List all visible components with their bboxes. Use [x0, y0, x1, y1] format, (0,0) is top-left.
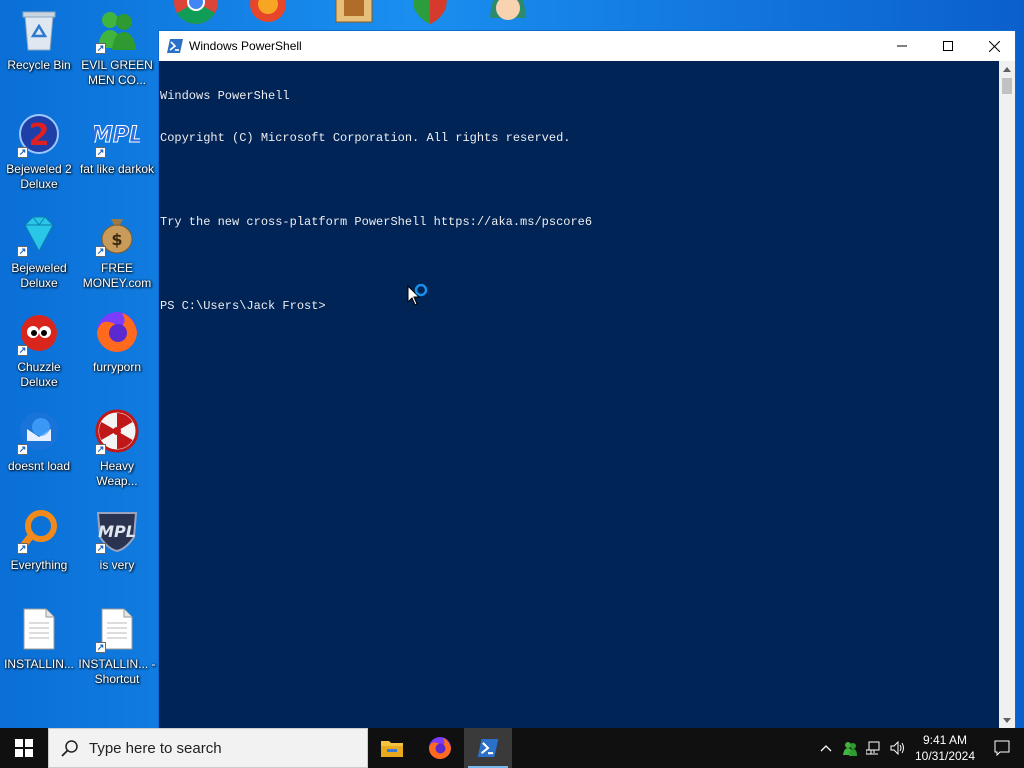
- desktop-icon-label: Everything: [10, 558, 68, 572]
- network-button[interactable]: [862, 728, 886, 768]
- console-line: Copyright (C) Microsoft Corporation. All…: [160, 131, 571, 145]
- shortcut-arrow-icon: ↗: [17, 246, 28, 257]
- console-output[interactable]: Windows PowerShell Copyright (C) Microso…: [159, 61, 999, 728]
- desktop-icon-bejeweled[interactable]: ↗ Bejeweled Deluxe: [0, 203, 78, 299]
- taskbar-clock[interactable]: 9:41 AM 10/31/2024: [910, 732, 980, 764]
- tray-app-button[interactable]: [838, 728, 862, 768]
- desktop-icon-label: INSTALLIN...: [4, 657, 74, 671]
- powershell-icon: [477, 739, 499, 757]
- folder-icon: [381, 741, 403, 757]
- green-men-tray-icon: [843, 742, 857, 756]
- console-line: Windows PowerShell: [160, 89, 290, 103]
- desktop-icon-everything[interactable]: ↗ Everything: [0, 500, 78, 596]
- desktop-icon-bejeweled-2[interactable]: 2 ↗ Bejeweled 2 Deluxe: [0, 104, 78, 200]
- chrome-icon[interactable]: [172, 0, 220, 26]
- powershell-icon: [167, 39, 183, 53]
- desktop-icon-free-money[interactable]: $ ↗ FREE MONEY.com: [78, 203, 156, 299]
- scroll-up-arrow-icon[interactable]: [999, 61, 1015, 77]
- busy-cursor-icon: [407, 284, 428, 306]
- desktop-icon-heavy-weapon[interactable]: ↗ Heavy Weap...: [78, 401, 156, 497]
- app-icon-peek-2[interactable]: [244, 0, 292, 26]
- svg-text:MPL: MPL: [94, 123, 140, 148]
- desktop-icon-evil-green-men[interactable]: ↗ EVIL GREEN MEN CO...: [78, 0, 156, 96]
- desktop-icon-installing[interactable]: INSTALLIN...: [0, 599, 78, 695]
- firefox-icon: [97, 312, 137, 352]
- show-hidden-icons-button[interactable]: [814, 728, 838, 768]
- scroll-down-arrow-icon[interactable]: [999, 712, 1015, 728]
- network-icon: [866, 741, 880, 755]
- minimize-icon: [897, 45, 907, 47]
- notification-icon: [994, 740, 1010, 756]
- desktop-icon-label: EVIL GREEN MEN CO...: [81, 58, 153, 87]
- shortcut-arrow-icon: ↗: [17, 147, 28, 158]
- desktop-icon-label: fat like darkok: [79, 162, 155, 176]
- taskbar-powershell[interactable]: [464, 728, 512, 768]
- desktop-icon-label: Bejeweled Deluxe: [11, 261, 67, 290]
- anime-character-icon[interactable]: [484, 0, 532, 26]
- svg-text:MPL: MPL: [98, 522, 136, 541]
- recycle-bin-icon: [22, 11, 56, 51]
- desktop-icon-label: Chuzzle Deluxe: [17, 360, 61, 389]
- vertical-scrollbar[interactable]: [999, 61, 1015, 728]
- taskbar-firefox[interactable]: [416, 728, 464, 768]
- desktop-icon-label: INSTALLIN... - Shortcut: [78, 657, 156, 686]
- maximize-icon: [943, 41, 953, 51]
- desktop-icon-label: Bejeweled 2 Deluxe: [6, 162, 72, 191]
- desktop-icon-chuzzle[interactable]: ↗ Chuzzle Deluxe: [0, 302, 78, 398]
- notifications-button[interactable]: [980, 728, 1024, 768]
- minimize-button[interactable]: [879, 31, 925, 61]
- firefox-icon: [429, 737, 451, 759]
- desktop-icon-label: doesnt load: [7, 459, 71, 473]
- console-prompt: PS C:\Users\Jack Frost>: [160, 299, 326, 313]
- chevron-up-icon: [820, 745, 832, 752]
- app-icon-peek-3[interactable]: [330, 0, 378, 26]
- desktop-icon-furryporn[interactable]: furryporn: [78, 302, 156, 398]
- shortcut-arrow-icon: ↗: [95, 246, 106, 257]
- taskbar: Type here to search 9:41 AM 10/31/2024: [0, 728, 1024, 768]
- system-tray: 9:41 AM 10/31/2024: [814, 728, 1024, 768]
- svg-text:2: 2: [29, 118, 50, 153]
- desktop-icon-label: furryporn: [92, 360, 142, 374]
- start-button[interactable]: [0, 728, 48, 768]
- desktop-icon-recycle-bin[interactable]: Recycle Bin: [0, 0, 78, 96]
- shortcut-arrow-icon: ↗: [17, 543, 28, 554]
- desktop-icon-label: Recycle Bin: [7, 58, 71, 72]
- desktop-icon-is-very[interactable]: MPL ↗ is very: [78, 500, 156, 596]
- title-bar[interactable]: Windows PowerShell: [159, 31, 1015, 61]
- scrollbar-thumb[interactable]: [1002, 78, 1012, 94]
- maximize-button[interactable]: [925, 31, 971, 61]
- clock-date: 10/31/2024: [914, 749, 976, 763]
- taskbar-file-explorer[interactable]: [368, 728, 416, 768]
- desktop-icon-label: is very: [99, 558, 135, 572]
- search-placeholder: Type here to search: [89, 739, 222, 757]
- window-title: Windows PowerShell: [189, 39, 302, 53]
- desktop-icon-label: FREE MONEY.com: [82, 261, 152, 290]
- shortcut-arrow-icon: ↗: [95, 43, 106, 54]
- console-line: Try the new cross-platform PowerShell ht…: [160, 215, 593, 229]
- desktop-icon-label: Heavy Weap...: [96, 459, 138, 488]
- shortcut-arrow-icon: ↗: [17, 345, 28, 356]
- shield-icon[interactable]: [406, 0, 454, 26]
- windows-logo-icon: [15, 739, 33, 757]
- desktop-icon-doesnt-load[interactable]: ↗ doesnt load: [0, 401, 78, 497]
- search-icon: [61, 740, 78, 757]
- close-icon: [988, 40, 1000, 52]
- shortcut-arrow-icon: ↗: [17, 444, 28, 455]
- volume-button[interactable]: [886, 728, 910, 768]
- desktop-icon-installing-shortcut[interactable]: ↗ INSTALLIN... - Shortcut: [78, 599, 156, 695]
- svg-text:$: $: [111, 230, 122, 249]
- shortcut-arrow-icon: ↗: [95, 543, 106, 554]
- speaker-icon: [890, 741, 904, 755]
- taskbar-search-box[interactable]: Type here to search: [48, 728, 368, 768]
- clock-time: 9:41 AM: [922, 733, 968, 747]
- shortcut-arrow-icon: ↗: [95, 444, 106, 455]
- shortcut-arrow-icon: ↗: [95, 642, 106, 653]
- shortcut-arrow-icon: ↗: [95, 147, 106, 158]
- powershell-window[interactable]: Windows PowerShell Windows PowerShell Co…: [158, 30, 1016, 728]
- text-file-icon: [23, 608, 55, 650]
- desktop-icon-fat-like-darkok[interactable]: MPL ↗ fat like darkok: [78, 104, 156, 200]
- close-button[interactable]: [971, 31, 1017, 61]
